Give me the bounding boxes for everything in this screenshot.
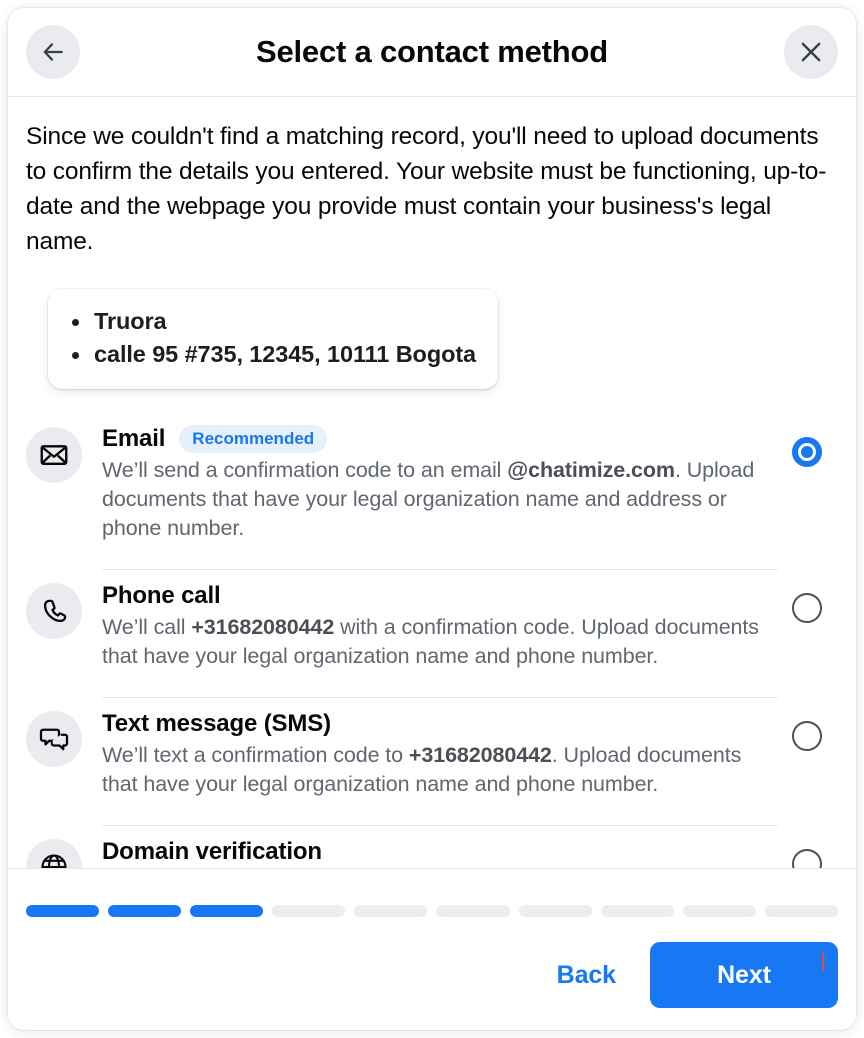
progress-segment — [272, 905, 346, 917]
option-title-line: Email Recommended — [102, 425, 778, 453]
radio-email[interactable] — [792, 437, 822, 467]
intro-text: Since we couldn't find a matching record… — [26, 123, 827, 255]
progress-segment — [764, 905, 838, 917]
dialog-body: Since we couldn't find a matching record… — [8, 97, 856, 868]
arrow-left-icon — [40, 39, 66, 65]
page-title: Select a contact method — [256, 34, 608, 69]
contact-method-options: Email Recommended We’ll send a confirmat… — [26, 411, 838, 868]
radio-sms[interactable] — [792, 721, 822, 751]
option-row-sms[interactable]: Text message (SMS) We’ll text a confirma… — [26, 695, 838, 823]
option-title: Domain verification — [102, 838, 322, 865]
chat-bubbles-icon — [26, 711, 82, 767]
desc-part: We’ll text a confirmation code to — [102, 743, 409, 767]
desc-part: We’ll call — [102, 615, 192, 639]
option-title: Phone call — [102, 582, 221, 609]
radio-phone-call[interactable] — [792, 593, 822, 623]
back-button[interactable] — [26, 25, 80, 79]
progress-segment — [108, 905, 182, 917]
list-item: calle 95 #735, 12345, 10111 Bogota — [71, 338, 476, 371]
dialog-header: Select a contact method — [8, 8, 856, 97]
option-title-line: Text message (SMS) — [102, 710, 778, 738]
option-content-email: Email Recommended We’ll send a confirmat… — [102, 425, 778, 555]
option-title-line: Domain verification — [102, 838, 778, 866]
dialog-footer: Back Next — [8, 868, 856, 1030]
desc-part-bold: @chatimize.com — [507, 458, 675, 482]
close-icon — [797, 38, 825, 66]
select-contact-method-dialog: Select a contact method Since we couldn'… — [8, 8, 856, 1030]
globe-icon — [26, 839, 82, 868]
progress-segment — [436, 905, 510, 917]
option-title-line: Phone call — [102, 582, 778, 610]
progress-segment — [600, 905, 674, 917]
option-row-phone-call[interactable]: Phone call We’ll call +31682080442 with … — [26, 567, 838, 695]
envelope-icon — [26, 427, 82, 483]
progress-indicator — [26, 905, 838, 917]
business-details-list: Truora calle 95 #735, 12345, 10111 Bogot… — [58, 305, 476, 371]
option-description: We’ll text a confirmation code to +31682… — [102, 741, 778, 799]
progress-segment — [682, 905, 756, 917]
desc-part-bold: +31682080442 — [408, 743, 552, 767]
business-details-card: Truora calle 95 #735, 12345, 10111 Bogot… — [48, 289, 499, 389]
progress-segment — [190, 905, 264, 917]
phone-icon — [26, 583, 82, 639]
desc-part: We’ll send a confirmation code to an ema… — [102, 458, 508, 482]
option-row-domain-verification[interactable]: Domain verification Use your existing do… — [26, 823, 838, 868]
option-content-phone-call: Phone call We’ll call +31682080442 with … — [102, 569, 778, 683]
list-item: Truora — [71, 305, 476, 338]
text-caret — [822, 953, 824, 971]
footer-actions: Back Next — [26, 942, 838, 1008]
desc-part-bold: +31682080442 — [191, 615, 335, 639]
close-button[interactable] — [784, 25, 838, 79]
next-button[interactable]: Next — [650, 942, 838, 1008]
option-content-sms: Text message (SMS) We’ll text a confirma… — [102, 697, 778, 811]
radio-domain-verification[interactable] — [792, 849, 822, 868]
progress-segment — [354, 905, 428, 917]
back-button-footer[interactable]: Back — [541, 947, 632, 1004]
option-row-email[interactable]: Email Recommended We’ll send a confirmat… — [26, 411, 838, 567]
option-title: Text message (SMS) — [102, 710, 331, 737]
option-content-domain-verification: Domain verification Use your existing do… — [102, 825, 778, 868]
option-title: Email — [102, 425, 166, 452]
option-description: We’ll call +31682080442 with a confirmat… — [102, 613, 778, 671]
progress-segment — [518, 905, 592, 917]
status-badge: Recommended — [179, 425, 328, 453]
option-description: We’ll send a confirmation code to an ema… — [102, 456, 778, 543]
progress-segment — [26, 905, 100, 917]
